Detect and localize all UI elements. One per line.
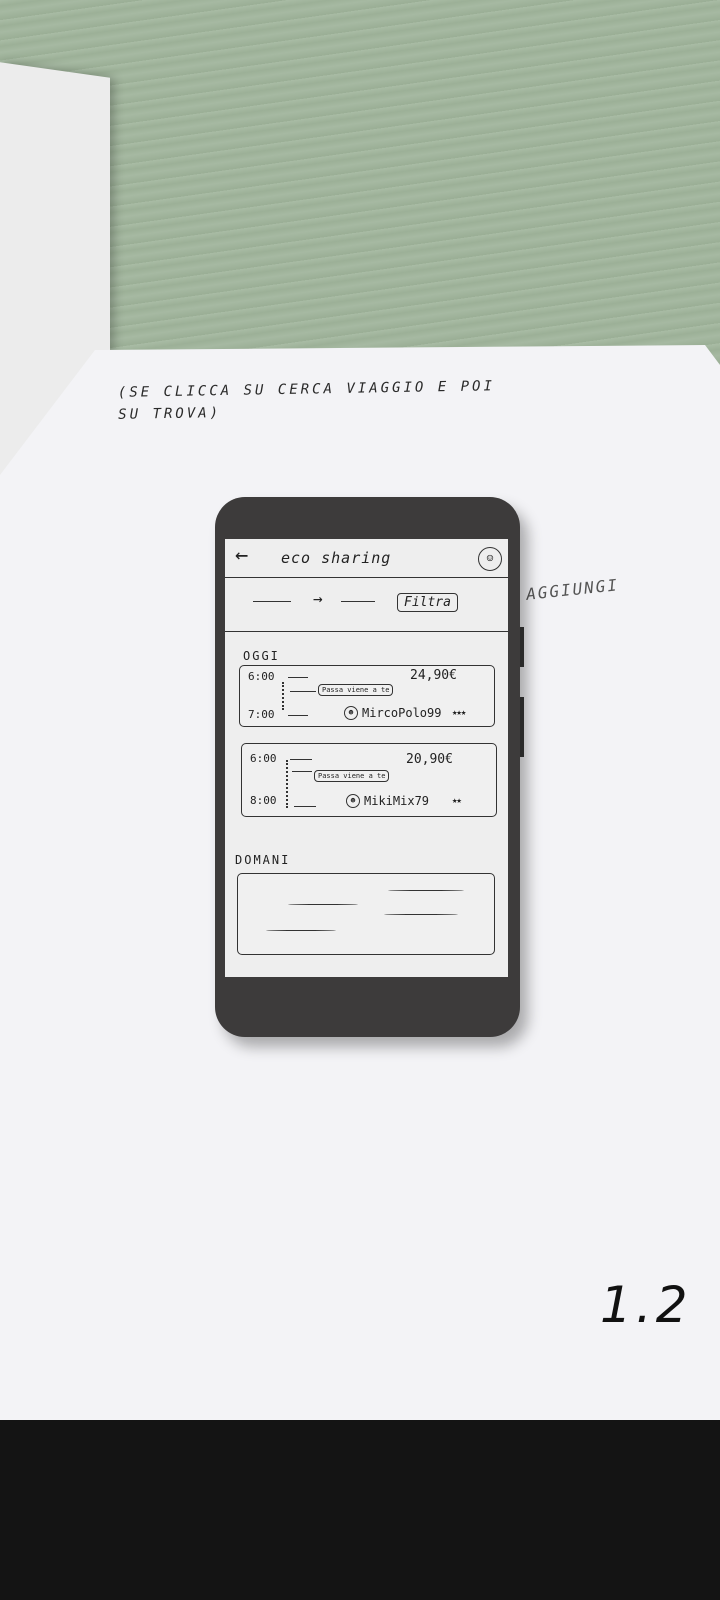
section-today: OGGI <box>243 649 280 663</box>
placeholder-line <box>388 890 464 891</box>
driver-name: MikiMix79 <box>364 794 430 808</box>
pass-button[interactable]: Passa viene a te <box>318 684 394 696</box>
section-tomorrow: DOMANI <box>235 853 291 867</box>
trip-price: 24,90€ <box>410 668 457 683</box>
timeline <box>282 682 284 710</box>
arrival-time: 8:00 <box>250 794 277 807</box>
stop-place <box>292 771 312 772</box>
driver-avatar-icon: ☻ <box>344 706 358 720</box>
driver-rating: ★★★ <box>452 708 466 718</box>
sketch-note: (SE CLICCA SU CERCA VIAGGIO E POI SU TRO… <box>118 374 559 426</box>
placeholder-line <box>288 904 358 905</box>
departure-place <box>290 759 312 760</box>
arrival-place <box>288 715 308 716</box>
arrival-place <box>294 806 316 807</box>
timeline <box>286 760 288 808</box>
app-title: eco sharing <box>281 549 392 567</box>
route-destination[interactable] <box>341 601 375 602</box>
departure-place <box>288 677 308 678</box>
placeholder-line <box>384 914 458 915</box>
arrow-left-icon[interactable]: ← <box>235 543 248 568</box>
departure-time: 6:00 <box>248 670 275 683</box>
driver-rating: ★★ <box>452 796 462 806</box>
profile-icon[interactable]: ☺ <box>478 547 502 571</box>
phone-side-button <box>520 697 524 757</box>
arrival-time: 7:00 <box>248 708 275 721</box>
route-origin[interactable] <box>253 601 291 602</box>
pass-button[interactable]: Passa viene a te <box>314 770 390 782</box>
trip-card[interactable]: 6:00 Passa viene a te 7:00 24,90€ ☻ Mirc… <box>239 665 495 727</box>
filter-button[interactable]: Filtra <box>397 593 458 612</box>
driver-avatar-icon: ☻ <box>346 794 360 808</box>
arrow-right-icon: → <box>313 589 323 608</box>
dark-surface <box>0 1420 720 1600</box>
driver-name: MircoPolo99 <box>362 706 442 720</box>
phone-side-button <box>520 627 524 667</box>
phone-screen: ← eco sharing ☺ → Filtra OGGI 6:00 Passa… <box>225 539 508 977</box>
trip-card-placeholder[interactable] <box>237 873 495 955</box>
app-bar: ← eco sharing ☺ <box>225 539 508 578</box>
trip-price: 20,90€ <box>406 752 453 767</box>
route-bar: → Filtra <box>225 579 508 632</box>
phone-mockup: ← eco sharing ☺ → Filtra OGGI 6:00 Passa… <box>215 497 524 1037</box>
stop-place <box>290 691 316 692</box>
placeholder-line <box>266 930 336 931</box>
page-number: 1.2 <box>600 1276 692 1334</box>
departure-time: 6:00 <box>250 752 277 765</box>
trip-card[interactable]: 6:00 Passa viene a te 8:00 20,90€ ☻ Miki… <box>241 743 497 817</box>
